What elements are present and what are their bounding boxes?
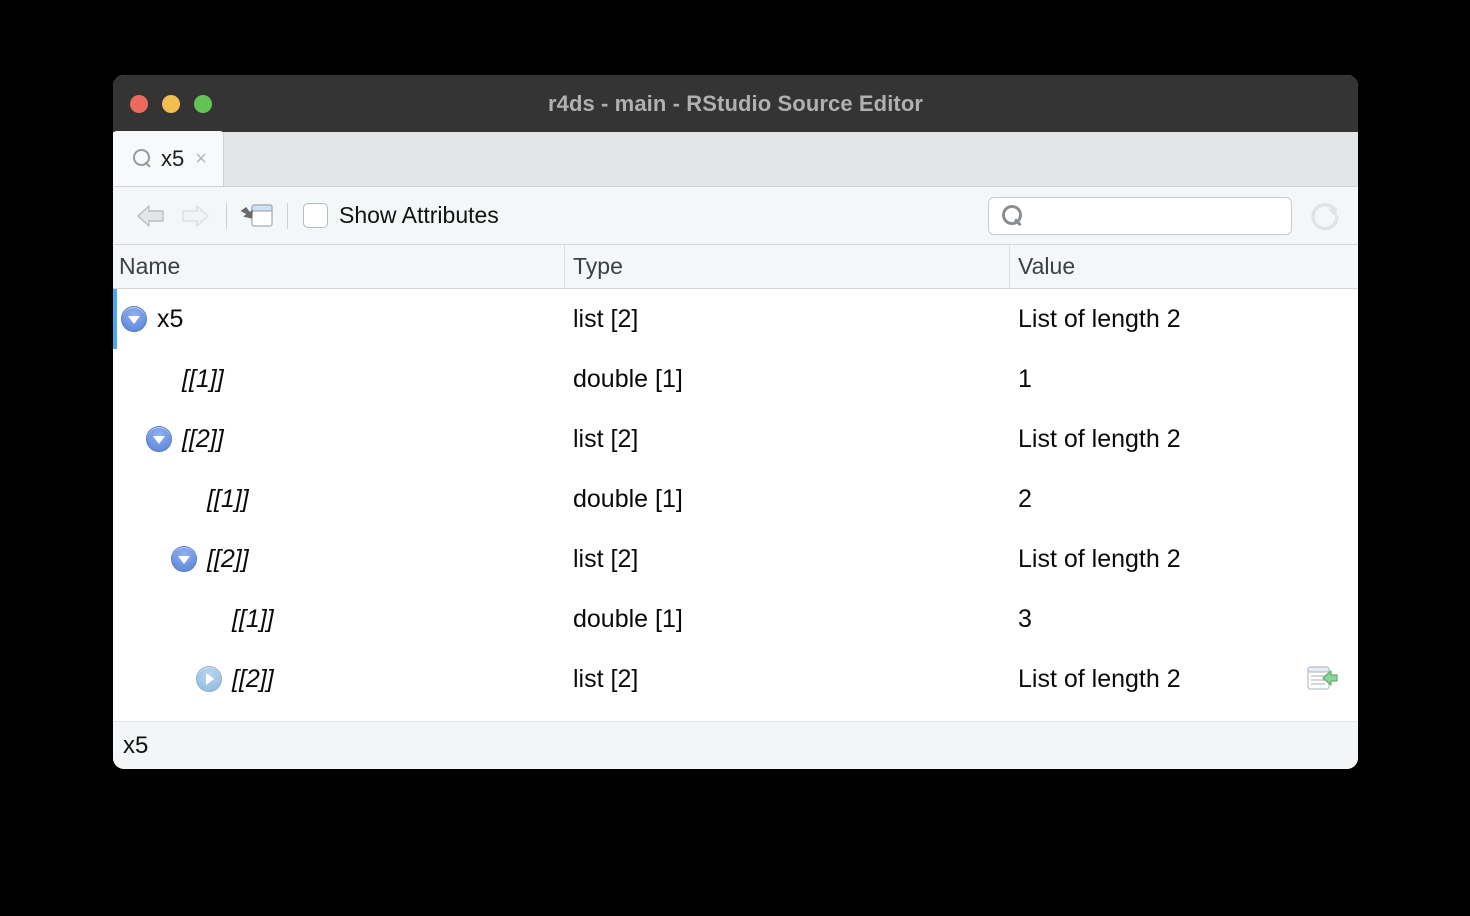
chevron-right-icon[interactable] [196,666,222,692]
row-type-label: list [2] [565,529,1010,589]
search-input[interactable] [1023,198,1291,234]
row-type-label: double [1] [565,469,1010,529]
object-tree: x5 list [2] List of length 2 [[1]] double [1… [113,289,1358,719]
search-icon [1002,205,1023,226]
row-value-label: List of length 2 [1018,665,1181,694]
expand-toggle-closed[interactable] [194,666,224,692]
table-row[interactable]: [[1]] double [1] 3 [113,589,1358,649]
column-header-name[interactable]: Name [113,245,565,288]
cell-name: [[1]] [113,469,565,529]
expand-toggle-open[interactable] [169,546,199,572]
rstudio-object-viewer-window: r4ds - main - RStudio Source Editor x5 × [113,75,1358,769]
title-bar: r4ds - main - RStudio Source Editor [113,75,1358,132]
row-name-label: [[1]] [174,365,224,394]
row-value-label: 2 [1018,485,1032,514]
row-value-label: 1 [1018,365,1032,394]
close-icon[interactable]: × [193,149,207,169]
cell-value: 3 [1010,589,1358,649]
chevron-down-icon[interactable] [171,546,197,572]
row-name-label: [[2]] [224,665,274,694]
row-value-label: List of length 2 [1018,305,1181,334]
row-value-label: List of length 2 [1018,545,1181,574]
refresh-icon[interactable] [1306,197,1344,235]
row-type-label: list [2] [565,649,1010,709]
column-header-row: Name Type Value [113,245,1358,289]
search-box[interactable] [988,197,1292,235]
table-row[interactable]: [[1]] double [1] 2 [113,469,1358,529]
zoom-window-button[interactable] [194,95,212,113]
tab-x5[interactable]: x5 × [113,131,224,186]
cell-value: List of length 2 [1010,529,1358,589]
cell-value: List of length 2 [1010,649,1358,709]
selection-indicator [113,289,117,349]
toolbar: Show Attributes [113,187,1358,245]
row-type-label: double [1] [565,349,1010,409]
cell-value: List of length 2 [1010,289,1358,349]
table-row[interactable]: [[1]] double [1] 1 [113,349,1358,409]
cell-name: x5 [113,289,565,349]
minimize-window-button[interactable] [162,95,180,113]
column-header-type[interactable]: Type [565,245,1010,288]
row-type-label: list [2] [565,409,1010,469]
tab-strip: x5 × [113,132,1358,187]
table-row[interactable]: x5 list [2] List of length 2 [113,289,1358,349]
tab-label: x5 [161,146,184,172]
show-attributes-label: Show Attributes [339,202,499,229]
cell-name: [[2]] [113,409,565,469]
chevron-down-icon[interactable] [146,426,172,452]
table-row[interactable]: [[2]] list [2] List of length 2 [113,649,1358,709]
row-type-label: double [1] [565,589,1010,649]
row-name-label: x5 [149,305,183,334]
cell-name: [[2]] [113,529,565,589]
forward-arrow-icon [173,202,213,230]
show-attributes-control[interactable]: Show Attributes [303,202,499,229]
status-bar: x5 [113,721,1358,769]
close-window-button[interactable] [130,95,148,113]
table-row[interactable]: [[2]] list [2] List of length 2 [113,409,1358,469]
table-row[interactable]: [[2]] list [2] List of length 2 [113,529,1358,589]
cell-value: 2 [1010,469,1358,529]
row-type-label: list [2] [565,289,1010,349]
column-header-value[interactable]: Value [1010,245,1358,288]
row-name-label: [[2]] [174,425,224,454]
row-name-label: [[1]] [224,605,274,634]
cell-name: [[1]] [113,349,565,409]
show-attributes-checkbox[interactable] [303,203,328,228]
toolbar-divider-1 [226,203,227,229]
traffic-light-buttons [130,95,212,113]
row-name-label: [[2]] [199,545,249,574]
cell-value: 1 [1010,349,1358,409]
toolbar-divider-2 [287,203,288,229]
cell-name: [[2]] [113,649,565,709]
row-value-label: 3 [1018,605,1032,634]
search-icon [133,149,152,168]
cell-name: [[1]] [113,589,565,649]
row-name-label: [[1]] [199,485,249,514]
expand-toggle-open[interactable] [144,426,174,452]
row-value-label: List of length 2 [1018,425,1181,454]
back-arrow-icon[interactable] [133,202,173,230]
window-title: r4ds - main - RStudio Source Editor [113,91,1358,117]
expand-toggle-open[interactable] [119,306,149,332]
show-in-new-window-icon[interactable] [240,201,274,231]
cell-value: List of length 2 [1010,409,1358,469]
chevron-down-icon[interactable] [121,306,147,332]
view-in-data-viewer-icon[interactable] [1306,664,1340,694]
